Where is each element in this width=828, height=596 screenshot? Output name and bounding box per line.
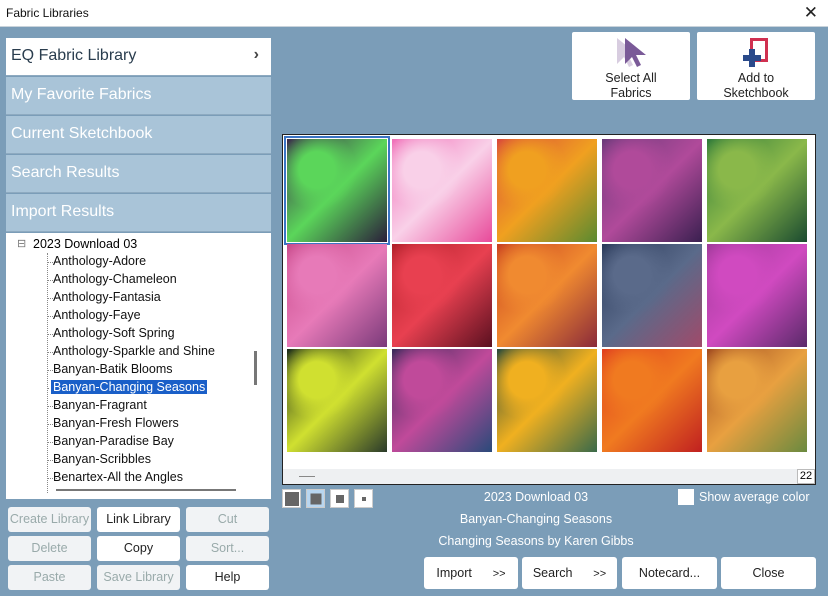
select-all-fabrics-button[interactable]: Select All Fabrics <box>572 32 690 100</box>
category-current-sketchbook[interactable]: Current Sketchbook <box>6 116 271 154</box>
category-search-results[interactable]: Search Results <box>6 155 271 193</box>
tree-item[interactable]: Banyan-Fresh Flowers <box>53 416 179 430</box>
fabric-swatch[interactable] <box>287 349 387 452</box>
delete-button[interactable]: Delete <box>8 536 91 561</box>
cursor-icon <box>617 38 646 67</box>
library-tree[interactable]: ⊟ 2023 Download 03 Anthology-Adore Anthol… <box>6 233 271 499</box>
size-xlarge-button[interactable] <box>282 489 301 508</box>
fabric-swatch[interactable] <box>287 244 387 347</box>
tree-item[interactable]: Banyan-Changing Seasons <box>49 379 209 395</box>
tree-scrollbar-thumb[interactable] <box>254 351 257 385</box>
close-icon[interactable]: ✕ <box>804 3 818 23</box>
category-label: EQ Fabric Library <box>11 47 137 64</box>
sort-button[interactable]: Sort... <box>186 536 269 561</box>
fabric-swatch[interactable] <box>602 349 702 452</box>
tree-item[interactable]: Anthology-Chameleon <box>53 272 177 286</box>
fabric-grid[interactable]: 22 <box>282 134 816 485</box>
category-eq-fabric-library[interactable]: EQ Fabric Library › <box>6 38 271 76</box>
tree-parent[interactable]: 2023 Download 03 <box>33 237 137 251</box>
fabric-swatch[interactable] <box>602 139 702 242</box>
category-import-results[interactable]: Import Results <box>6 194 271 232</box>
grid-scrollbar[interactable]: 22 <box>283 469 815 484</box>
paste-button[interactable]: Paste <box>8 565 91 590</box>
tree-item[interactable]: Banyan-Paradise Bay <box>53 434 174 448</box>
collection-description: Changing Seasons by Karen Gibbs <box>438 534 634 548</box>
add-to-sketchbook-button[interactable]: Add to Sketchbook <box>697 32 815 100</box>
tree-item[interactable]: Anthology-Sparkle and Shine <box>53 344 215 358</box>
fabric-swatch[interactable] <box>497 244 597 347</box>
tree-item[interactable]: Banyan-Scribbles <box>53 452 151 466</box>
tree-item[interactable]: Banyan-Batik Blooms <box>53 362 173 376</box>
tree-item[interactable]: Banyan-Fragrant <box>53 398 147 412</box>
window-title: Fabric Libraries <box>6 6 89 20</box>
collapse-icon[interactable]: ⊟ <box>17 237 26 250</box>
link-library-button[interactable]: Link Library <box>97 507 180 532</box>
size-medium-button[interactable] <box>330 489 349 508</box>
fabric-count: 22 <box>797 469 815 484</box>
more-icon: >> <box>492 568 506 580</box>
chevron-right-icon: › <box>253 46 259 63</box>
import-button[interactable]: Import >> <box>424 557 518 589</box>
title-bar: Fabric Libraries ✕ <box>0 0 828 27</box>
save-library-button[interactable]: Save Library <box>97 565 180 590</box>
fabric-swatch[interactable] <box>707 139 807 242</box>
collection-name: Banyan-Changing Seasons <box>459 512 613 526</box>
fabric-swatch[interactable] <box>707 349 807 452</box>
fabric-swatch[interactable] <box>602 244 702 347</box>
sketchbook-add-icon <box>743 38 768 67</box>
help-button[interactable]: Help <box>186 565 269 590</box>
fabric-swatch[interactable] <box>497 349 597 452</box>
tree-item[interactable]: Benartex-All the Angles <box>53 470 183 484</box>
notecard-button[interactable]: Notecard... <box>622 557 717 589</box>
more-icon: >> <box>593 568 607 580</box>
fabric-swatch[interactable] <box>284 136 390 245</box>
cut-button[interactable]: Cut <box>186 507 269 532</box>
tree-item[interactable]: Anthology-Fantasia <box>53 290 161 304</box>
fabric-swatch[interactable] <box>392 349 492 452</box>
fabric-swatch[interactable] <box>392 244 492 347</box>
library-name: 2023 Download 03 <box>483 490 589 504</box>
tree-item[interactable]: Anthology-Soft Spring <box>53 326 175 340</box>
search-button[interactable]: Search >> <box>522 557 617 589</box>
copy-button[interactable]: Copy <box>97 536 180 561</box>
create-library-button[interactable]: Create Library <box>8 507 91 532</box>
tree-line <box>47 253 48 493</box>
tree-item[interactable]: Anthology-Adore <box>53 254 146 268</box>
select-all-label: Select All Fabrics <box>605 71 657 100</box>
import-label: Import <box>436 566 472 580</box>
fabric-swatch[interactable] <box>392 139 492 242</box>
show-average-checkbox[interactable] <box>678 489 694 505</box>
search-label: Search <box>532 566 573 580</box>
tree-item[interactable]: Anthology-Faye <box>53 308 141 322</box>
close-button[interactable]: Close <box>721 557 816 589</box>
size-large-button[interactable] <box>306 489 325 508</box>
fabric-swatch[interactable] <box>707 244 807 347</box>
fabric-swatch[interactable] <box>497 139 597 242</box>
tree-hscrollbar-thumb[interactable] <box>56 489 236 491</box>
grid-scrollbar-thumb[interactable] <box>299 476 315 477</box>
category-my-favorite-fabrics[interactable]: My Favorite Fabrics <box>6 77 271 115</box>
show-average-label: Show average color <box>699 490 810 504</box>
add-sketchbook-label: Add to Sketchbook <box>723 71 789 100</box>
size-small-button[interactable] <box>354 489 373 508</box>
